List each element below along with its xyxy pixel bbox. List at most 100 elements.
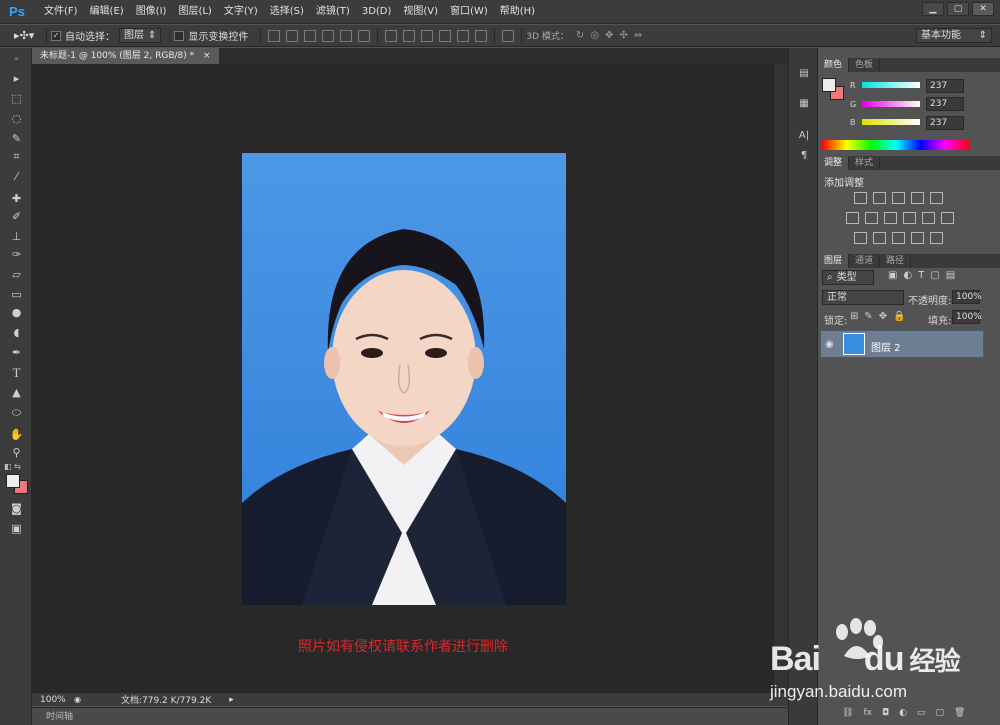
fx-icon[interactable]: fx [863, 708, 872, 718]
pen-tool-icon[interactable]: ✒ [8, 344, 25, 361]
align-bottom-icon[interactable] [304, 29, 317, 42]
add-mask-icon[interactable]: ◘ [882, 708, 889, 718]
eyedropper-tool-icon[interactable]: ⁄ [8, 168, 25, 185]
filter-adjust-icon[interactable]: ◐ [903, 270, 912, 281]
fill-input[interactable]: 100% [952, 310, 982, 324]
trash-icon[interactable]: 🗑 [954, 708, 965, 718]
new-layer-icon[interactable]: ▢ [935, 708, 944, 718]
filter-pixel-icon[interactable]: ▣ [888, 270, 897, 281]
menu-window[interactable]: 窗口(W) [444, 0, 494, 24]
status-menu-icon[interactable]: ◉ [74, 695, 81, 704]
minimize-button[interactable]: ▁ [922, 2, 944, 16]
lock-transparent-icon[interactable]: ⊞ [850, 311, 858, 322]
red-value-input[interactable]: 237 [926, 79, 964, 93]
lock-all-icon[interactable]: 🔒 [893, 311, 905, 322]
3d-slide-icon[interactable]: ✣ [619, 30, 627, 41]
menu-type[interactable]: 文字(Y) [218, 0, 264, 24]
vertical-scrollbar[interactable] [774, 64, 788, 692]
menu-edit[interactable]: 编辑(E) [84, 0, 130, 24]
status-arrow-icon[interactable]: ▸ [229, 695, 234, 705]
color-lookup-icon[interactable] [941, 212, 954, 224]
brush-tool-icon[interactable]: ✐ [8, 208, 25, 225]
hue-saturation-icon[interactable] [846, 212, 859, 224]
hand-tool-icon[interactable]: ✋ [8, 426, 25, 443]
new-group-icon[interactable]: ▭ [917, 708, 926, 718]
vibrance-icon[interactable] [930, 192, 943, 204]
blue-value-input[interactable]: 237 [926, 116, 964, 130]
distribute-top-icon[interactable] [385, 29, 398, 42]
menu-file[interactable]: 文件(F) [38, 0, 84, 24]
lock-position-icon[interactable]: ✥ [879, 311, 887, 322]
zoom-tool-icon[interactable]: ⚲ [8, 444, 25, 461]
gradient-tool-icon[interactable]: ▭ [8, 286, 25, 303]
move-tool-preset-icon[interactable]: ▸✣▾ [14, 29, 42, 42]
menu-layer[interactable]: 图层(L) [172, 0, 217, 24]
distribute-hcenter-icon[interactable] [457, 29, 470, 42]
dodge-tool-icon[interactable]: ◖ [8, 324, 25, 341]
layer-filter-dropdown[interactable]: ⌕ 类型 [822, 270, 874, 285]
layer-name[interactable]: 图层 2 [871, 339, 901, 354]
distribute-vcenter-icon[interactable] [403, 29, 416, 42]
channel-mixer-icon[interactable] [922, 212, 935, 224]
align-top-icon[interactable] [268, 29, 281, 42]
tab-layers[interactable]: 图层 [818, 254, 850, 268]
align-right-icon[interactable] [358, 29, 371, 42]
path-select-tool-icon[interactable]: ▲ [8, 384, 25, 401]
tab-color[interactable]: 颜色 [818, 58, 850, 72]
close-button[interactable]: ✕ [972, 2, 994, 16]
tab-adjustments[interactable]: 调整 [818, 156, 850, 170]
threshold-icon[interactable] [892, 232, 905, 244]
type-tool-icon[interactable]: T [8, 364, 25, 381]
move-tool-icon[interactable]: ▸ [8, 70, 25, 87]
align-vcenter-icon[interactable] [286, 29, 299, 42]
eye-icon[interactable]: ◉ [825, 339, 834, 350]
tab-swatches[interactable]: 色板 [849, 58, 881, 72]
timeline-panel-tab[interactable]: 时间轴 [32, 707, 818, 725]
properties-panel-icon[interactable]: ▦ [797, 98, 811, 112]
tab-channels[interactable]: 通道 [849, 254, 881, 268]
quick-mask-icon[interactable]: ◙ [8, 500, 25, 517]
crop-tool-icon[interactable]: ⌗ [8, 148, 25, 165]
auto-select-checkbox[interactable]: ✓ [51, 30, 61, 41]
history-panel-icon[interactable]: ▤ [797, 68, 811, 82]
posterize-icon[interactable] [873, 232, 886, 244]
lock-image-icon[interactable]: ✎ [864, 311, 872, 322]
menu-filter[interactable]: 滤镜(T) [310, 0, 356, 24]
3d-scale-icon[interactable]: ⇔ [634, 30, 642, 41]
black-white-icon[interactable] [884, 212, 897, 224]
menu-help[interactable]: 帮助(H) [494, 0, 541, 24]
marquee-tool-icon[interactable]: ⬚ [8, 90, 25, 107]
foreground-color-swatch[interactable] [6, 474, 20, 488]
tab-paths[interactable]: 路径 [880, 254, 912, 268]
distribute-bottom-icon[interactable] [421, 29, 434, 42]
lasso-tool-icon[interactable]: ◌ [8, 110, 25, 127]
photo-filter-icon[interactable] [903, 212, 916, 224]
link-layers-icon[interactable]: ⛓ [842, 708, 853, 718]
new-adjustment-icon[interactable]: ◐ [899, 708, 907, 718]
auto-align-icon[interactable] [502, 29, 515, 42]
green-slider[interactable] [862, 101, 920, 107]
collapse-toolbar-icon[interactable]: » [8, 50, 25, 67]
tab-styles[interactable]: 样式 [849, 156, 881, 170]
color-balance-icon[interactable] [865, 212, 878, 224]
show-transform-checkbox[interactable] [174, 30, 185, 41]
color-foreground-swatch[interactable] [822, 78, 836, 92]
align-hcenter-icon[interactable] [340, 29, 353, 42]
selective-color-icon[interactable] [911, 232, 924, 244]
layer-row[interactable]: ◉ 图层 2 [820, 330, 984, 358]
document-tab[interactable]: 未标题-1 @ 100% (图层 2, RGB/8) * × [32, 48, 220, 64]
curves-icon[interactable] [892, 192, 905, 204]
eraser-tool-icon[interactable]: ▱ [8, 266, 25, 283]
gradient-map-icon[interactable] [930, 232, 943, 244]
distribute-right-icon[interactable] [475, 29, 488, 42]
menu-select[interactable]: 选择(S) [264, 0, 310, 24]
green-value-input[interactable]: 237 [926, 97, 964, 111]
opacity-input[interactable]: 100% [952, 290, 982, 304]
filter-smart-icon[interactable]: ▤ [946, 270, 955, 281]
levels-icon[interactable] [873, 192, 886, 204]
exposure-icon[interactable] [911, 192, 924, 204]
workspace-dropdown[interactable]: 基本功能 ⇕ [916, 28, 992, 43]
history-brush-tool-icon[interactable]: ✑ [8, 246, 25, 263]
filter-shape-icon[interactable]: ▢ [930, 270, 939, 281]
align-left-icon[interactable] [322, 29, 335, 42]
